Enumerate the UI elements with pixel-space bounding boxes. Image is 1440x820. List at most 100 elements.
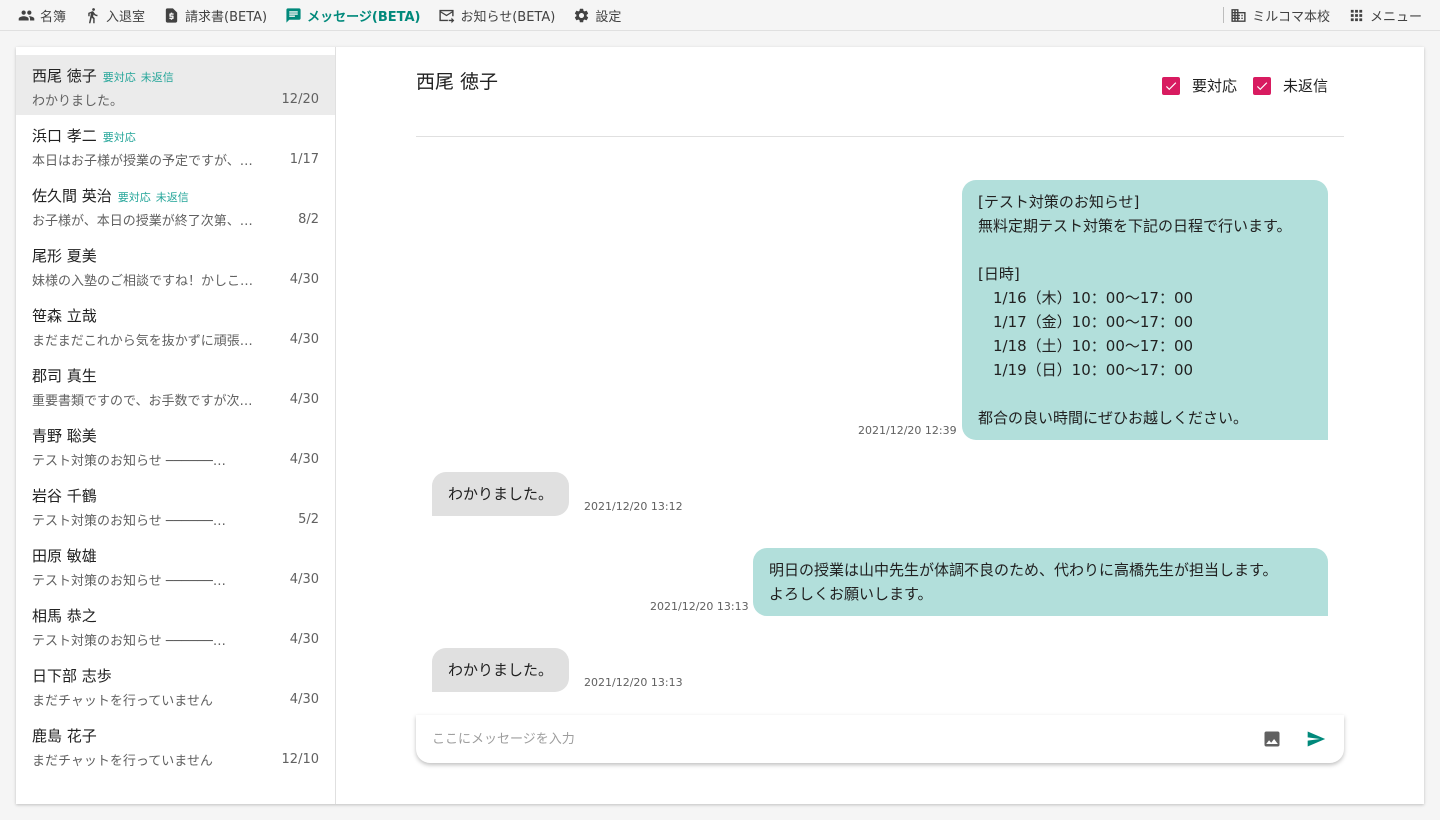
chat-panel: 西尾 徳子 要対応 未返信 [テスト対策のお知らせ] 無料定期テスト対策を下記の… [336,47,1424,804]
checkbox-checked[interactable] [1161,76,1180,95]
contact-date: 4/30 [289,451,319,467]
nav-item-attendance[interactable]: 入退室 [84,6,145,25]
contact-preview: 重要書類ですので、お手数ですが次… [32,393,253,409]
check-icon [1165,81,1177,90]
contact-date: 12/10 [281,751,319,767]
contact-item[interactable]: 郡司 真生 重要書類ですので、お手数ですが次… 4/30 [16,355,335,415]
contact-date: 4/30 [289,631,319,647]
contact-preview: テスト対策のお知らせ ──────… [32,633,226,649]
message-input[interactable] [432,731,1240,747]
nav-item-roster[interactable]: 名簿 [18,6,66,25]
chat-divider [416,136,1344,137]
contact-header: 相馬 恭之 [32,605,319,627]
flag-label: 要対応 [1191,77,1237,95]
contact-date: 4/30 [289,691,319,707]
contact-item[interactable]: 相馬 恭之 テスト対策のお知らせ ──────… 4/30 [16,595,335,655]
contact-name: 尾形 夏美 [32,247,97,265]
contact-date: 4/30 [289,571,319,587]
status-tag: 要対応 [102,71,136,84]
contact-date: 4/30 [289,391,319,407]
contact-item[interactable]: 浜口 孝二 要対応 本日はお子様が授業の予定ですが、… 1/17 [16,115,335,175]
nav-label: お知らせ(BETA) [460,9,556,25]
contact-date: 8/2 [298,211,319,227]
nav-label: 名簿 [40,9,67,25]
contact-footer: 妹様の入塾のご相談ですね！かしこ… 4/30 [32,269,319,289]
contact-list[interactable]: 西尾 徳子 要対応 未返信 わかりました。 12/20 浜口 孝二 要対応 本日はお子… [16,47,336,804]
contact-preview: わかりました。 [32,93,124,109]
contact-preview: まだまだこれから気を抜かずに頑張… [32,333,253,349]
contact-name: 鹿島 花子 [32,727,97,745]
contact-footer: まだチャットを行っていません 12/10 [32,749,319,769]
checkbox-checked[interactable] [1252,76,1271,95]
contact-header: 日下部 志歩 [32,665,319,687]
menu-button[interactable]: メニュー [1348,6,1422,25]
message-timestamp: 2021/12/20 13:13 [584,676,683,689]
contact-preview: まだチャットを行っていません [32,753,213,769]
message-outgoing: [テスト対策のお知らせ] 無料定期テスト対策を下記の日程で行います。 [日時] … [962,180,1328,440]
school-selector[interactable]: ミルコマ本校 [1230,6,1330,25]
message-timestamp: 2021/12/20 13:12 [584,500,683,513]
building-icon [1231,8,1246,22]
nav-item-invoice[interactable]: 請求書(BETA) [163,6,267,25]
nav-item-settings[interactable]: 設定 [573,6,621,25]
school-name: ミルコマ本校 [1252,9,1330,25]
contact-footer: テスト対策のお知らせ ──────… 4/30 [32,629,319,649]
menu-label: メニュー [1369,9,1422,25]
message-icon [286,7,301,23]
image-icon [1264,731,1280,747]
contact-header: 佐久間 英治 要対応 未返信 [32,185,319,207]
contact-item[interactable]: 田原 敏雄 テスト対策のお知らせ ──────… 4/30 [16,535,335,595]
send-icon [1307,731,1326,747]
contact-name: 郡司 真生 [32,367,97,385]
contact-item[interactable]: 笹森 立哉 まだまだこれから気を抜かずに頑張… 4/30 [16,295,335,355]
contact-item[interactable]: 青野 聡美 テスト対策のお知らせ ──────… 4/30 [16,415,335,475]
flag-unreplied[interactable]: 未返信 [1252,75,1328,96]
chat-flags: 要対応 未返信 [1146,75,1328,96]
contact-item[interactable]: 尾形 夏美 妹様の入塾のご相談ですね！かしこ… 4/30 [16,235,335,295]
contact-header: 鹿島 花子 [32,725,319,747]
status-tag: 要対応 [102,131,136,144]
send-button[interactable] [1304,727,1328,751]
nav-left: 名簿 入退室 請求書(BETA) メッセージ(BETA) お知らせ(BETA) … [18,6,639,25]
check-icon [1256,81,1268,90]
contact-footer: まだまだこれから気を抜かずに頑張… 4/30 [32,329,319,349]
message-bubble: 明日の授業は山中先生が体調不良のため、代わりに高橋先生が担当します。 よろしくお… [753,548,1328,616]
contact-item[interactable]: 西尾 徳子 要対応 未返信 わかりました。 12/20 [16,55,335,115]
contact-item[interactable]: 鹿島 花子 まだチャットを行っていません 12/10 [16,715,335,775]
top-nav: 名簿 入退室 請求書(BETA) メッセージ(BETA) お知らせ(BETA) … [0,0,1440,31]
people-icon [18,10,35,20]
contact-header: 浜口 孝二 要対応 [32,125,319,147]
contact-date: 1/17 [289,151,319,167]
contact-name: 岩谷 千鶴 [32,487,97,505]
contact-item[interactable]: 佐久間 英治 要対応 未返信 お子様が、本日の授業が終了次第、… 8/2 [16,175,335,235]
contact-footer: まだチャットを行っていません 4/30 [32,689,319,709]
contact-name: 相馬 恭之 [32,607,97,625]
attach-image-button[interactable] [1260,727,1284,751]
mail-icon [439,9,455,23]
contact-name: 佐久間 英治 [32,187,112,205]
nav-item-messages[interactable]: メッセージ(BETA) [285,6,420,25]
gear-icon [575,8,589,22]
message-bubble: わかりました。 [432,648,570,692]
contact-name: 笹森 立哉 [32,307,97,325]
nav-label: 請求書(BETA) [185,9,268,25]
chat-title: 西尾 徳子 [416,71,499,93]
nav-item-notices[interactable]: お知らせ(BETA) [438,6,555,25]
flag-label: 未返信 [1282,77,1328,95]
contact-footer: テスト対策のお知らせ ──────… 4/30 [32,449,319,469]
contact-item[interactable]: 日下部 志歩 まだチャットを行っていません 4/30 [16,655,335,715]
contact-header: 岩谷 千鶴 [32,485,319,507]
contact-date: 4/30 [289,331,319,347]
contact-header: 西尾 徳子 要対応 未返信 [32,65,319,87]
contact-header: 笹森 立哉 [32,305,319,327]
contact-header: 郡司 真生 [32,365,319,387]
contact-footer: 本日はお子様が授業の予定ですが、… 1/17 [32,149,319,169]
nav-divider [1223,7,1225,23]
contact-date: 5/2 [298,511,319,527]
contact-preview: 妹様の入塾のご相談ですね！かしこ… [32,273,254,289]
flag-needs-action[interactable]: 要対応 [1161,75,1237,96]
contact-preview: お子様が、本日の授業が終了次第、… [32,213,253,229]
contact-date: 4/30 [289,271,319,287]
contact-item[interactable]: 岩谷 千鶴 テスト対策のお知らせ ──────… 5/2 [16,475,335,535]
message-incoming: わかりました。 [432,648,570,692]
